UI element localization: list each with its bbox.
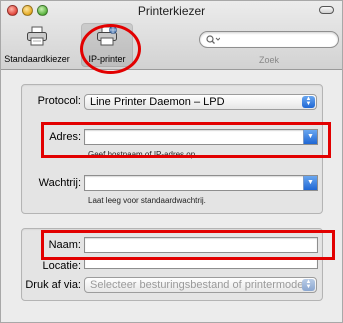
protocol-value: Line Printer Daemon – LPD bbox=[90, 96, 225, 108]
location-label: Locatie: bbox=[42, 260, 81, 272]
print-via-label: Druk af via: bbox=[25, 279, 81, 291]
protocol-label: Protocol: bbox=[37, 95, 81, 107]
toolbar: Printerkiezer Standaardkiezer IP-printer bbox=[1, 1, 342, 70]
toolbar-item-default-browser[interactable]: Standaardkiezer bbox=[4, 23, 70, 67]
queue-field[interactable]: ▼ bbox=[84, 175, 318, 191]
queue-hint: Laat leeg voor standaardwachtrij. bbox=[88, 196, 206, 205]
printer-browser-window: Printerkiezer Standaardkiezer IP-printer bbox=[0, 0, 343, 323]
toolbar-item-label: IP-printer bbox=[88, 54, 126, 64]
search-icon bbox=[206, 35, 220, 44]
address-label: Adres: bbox=[49, 131, 81, 143]
popup-arrows-icon: ▲ ▼ bbox=[302, 279, 315, 291]
print-via-value: Selecteer besturingsbestand of printermo… bbox=[90, 279, 306, 291]
name-field[interactable] bbox=[84, 237, 318, 253]
protocol-popup[interactable]: Line Printer Daemon – LPD ▲ ▼ bbox=[84, 94, 317, 110]
print-via-popup[interactable]: Selecteer besturingsbestand of printermo… bbox=[84, 277, 317, 293]
address-field[interactable]: ▼ bbox=[84, 129, 318, 145]
search-caption: Zoek bbox=[258, 55, 279, 65]
toolbar-item-label: Standaardkiezer bbox=[4, 54, 70, 64]
toolbar-item-ip-printer[interactable]: IP-printer bbox=[81, 23, 133, 67]
search-field[interactable] bbox=[199, 31, 339, 48]
location-field[interactable] bbox=[84, 257, 318, 269]
address-dropdown-button[interactable]: ▼ bbox=[303, 130, 317, 144]
name-label: Naam: bbox=[48, 239, 81, 251]
toolbar-toggle-button[interactable] bbox=[319, 6, 334, 14]
printer-icon bbox=[27, 26, 47, 46]
address-hint: Geef hostnaam of IP-adres op. bbox=[88, 150, 198, 159]
queue-dropdown-button[interactable]: ▼ bbox=[303, 176, 317, 190]
window-title: Printerkiezer bbox=[137, 4, 206, 18]
popup-arrows-icon: ▲ ▼ bbox=[302, 96, 315, 108]
queue-label: Wachtrij: bbox=[38, 177, 81, 189]
ip-printer-icon bbox=[97, 26, 117, 46]
